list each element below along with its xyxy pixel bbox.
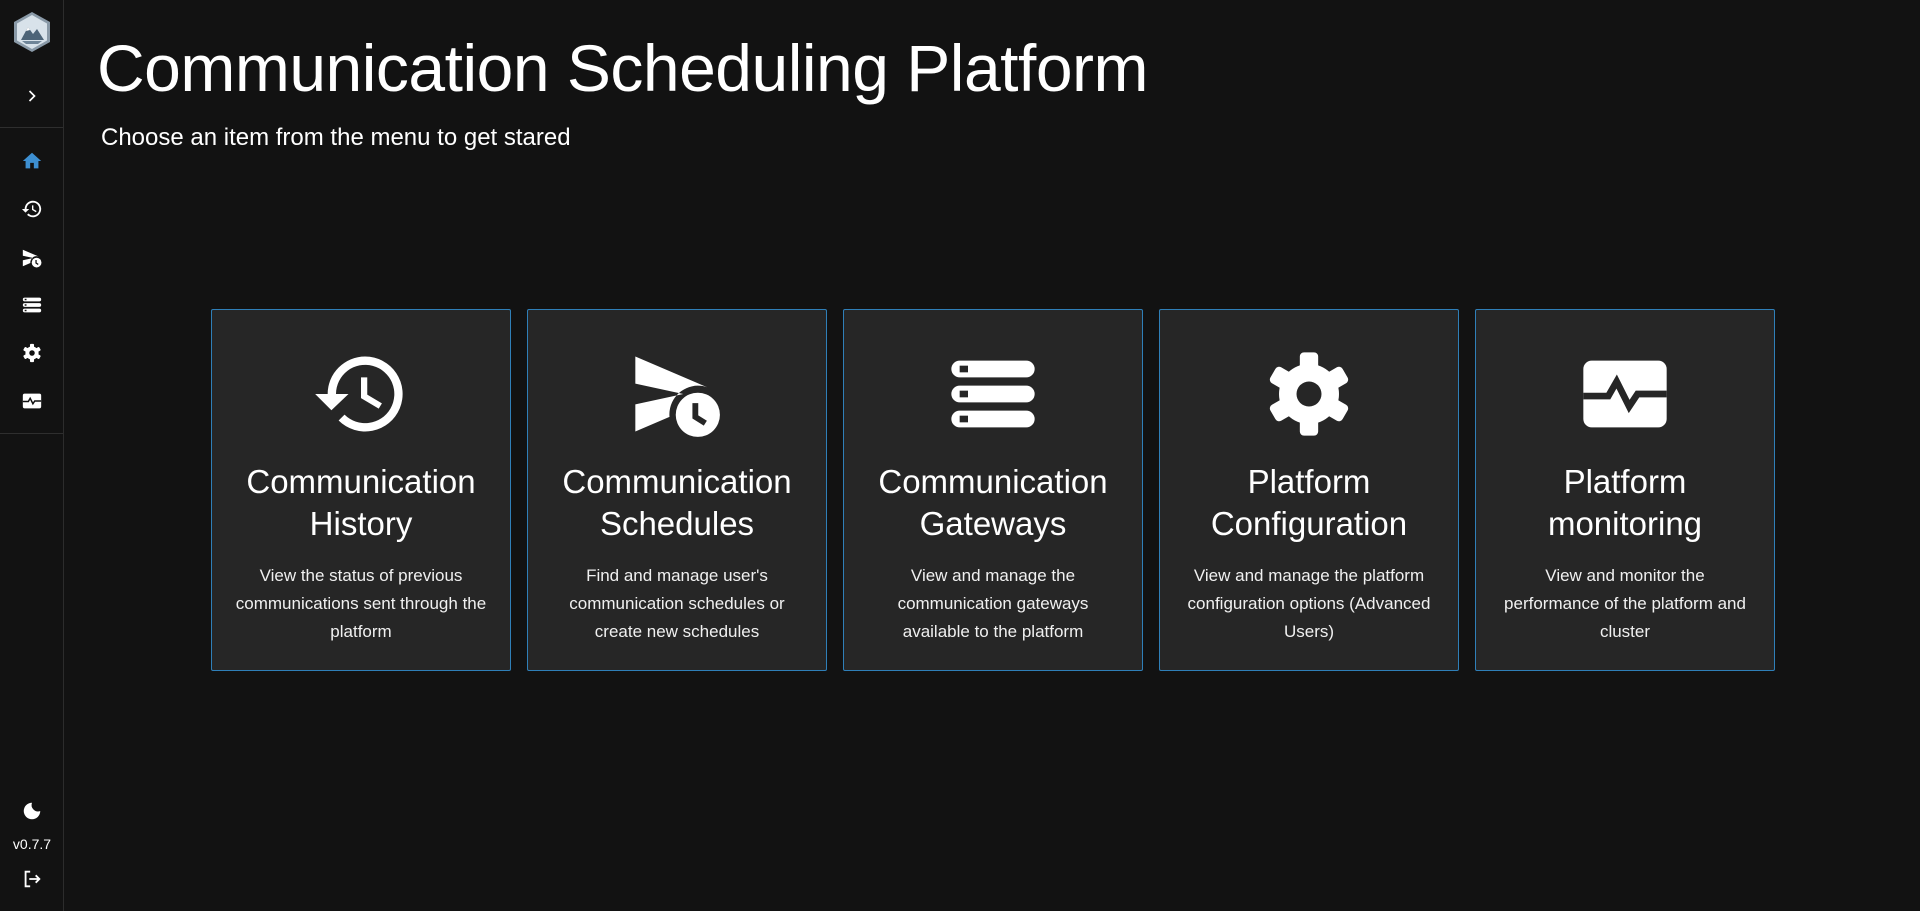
logout-icon <box>24 870 41 888</box>
sidebar-divider <box>0 127 63 128</box>
card-communication-history[interactable]: Communication History View the status of… <box>211 309 511 671</box>
card-description: View and manage the communication gatewa… <box>897 566 1089 641</box>
moon-icon <box>23 802 41 820</box>
logout-button[interactable] <box>20 867 44 891</box>
schedule-send-icon <box>635 356 720 437</box>
gateways-icon <box>951 360 1035 428</box>
card-description: View the status of previous communicatio… <box>235 566 487 641</box>
gear-icon <box>23 343 41 363</box>
history-icon <box>315 356 403 432</box>
card-communication-gateways[interactable]: Communication Gateways View and manage t… <box>843 309 1143 671</box>
gear-icon <box>1269 352 1349 436</box>
app-logo[interactable] <box>12 11 52 53</box>
card-platform-monitoring[interactable]: Platform monitoring View and monitor the… <box>1475 309 1775 671</box>
card-description: View and manage the platform configurati… <box>1187 566 1431 641</box>
monitor-heart-icon <box>1583 360 1667 428</box>
nav-item-configuration[interactable] <box>20 341 44 365</box>
card-title: Platform monitoring <box>1547 463 1703 542</box>
nav-item-schedules[interactable] <box>20 246 44 270</box>
card-communication-schedules[interactable]: Communication Schedules Find and manage … <box>527 309 827 671</box>
expand-sidebar-button[interactable] <box>20 84 44 108</box>
card-title: Communication Schedules <box>562 463 792 542</box>
gateways-icon <box>22 297 42 313</box>
page-title: Communication Scheduling Platform <box>97 31 1149 105</box>
monitor-heart-icon <box>22 393 42 409</box>
sidebar-divider <box>0 433 63 434</box>
home-icon <box>22 152 42 169</box>
card-title: Communication Gateways <box>878 463 1108 542</box>
card-platform-configuration[interactable]: Platform Configuration View and manage t… <box>1159 309 1459 671</box>
card-description: Find and manage user's communication sch… <box>569 566 785 641</box>
card-title: Platform Configuration <box>1210 463 1408 542</box>
card-title: Communication History <box>246 463 476 542</box>
nav-item-home[interactable] <box>20 149 44 173</box>
sidebar: v0.7.7 <box>0 0 64 911</box>
nav-item-monitoring[interactable] <box>20 389 44 413</box>
card-description: View and monitor the performance of the … <box>1504 566 1746 641</box>
app-version: v0.7.7 <box>12 836 52 852</box>
nav-item-gateways[interactable] <box>20 293 44 317</box>
history-icon <box>21 200 42 218</box>
nav-item-history[interactable] <box>20 197 44 221</box>
card-grid: Communication History View the status of… <box>211 309 1775 671</box>
schedule-send-icon <box>22 249 42 268</box>
chevron-right-icon <box>28 90 36 102</box>
theme-toggle[interactable] <box>20 799 44 823</box>
page-subtitle: Choose an item from the menu to get star… <box>101 124 571 151</box>
